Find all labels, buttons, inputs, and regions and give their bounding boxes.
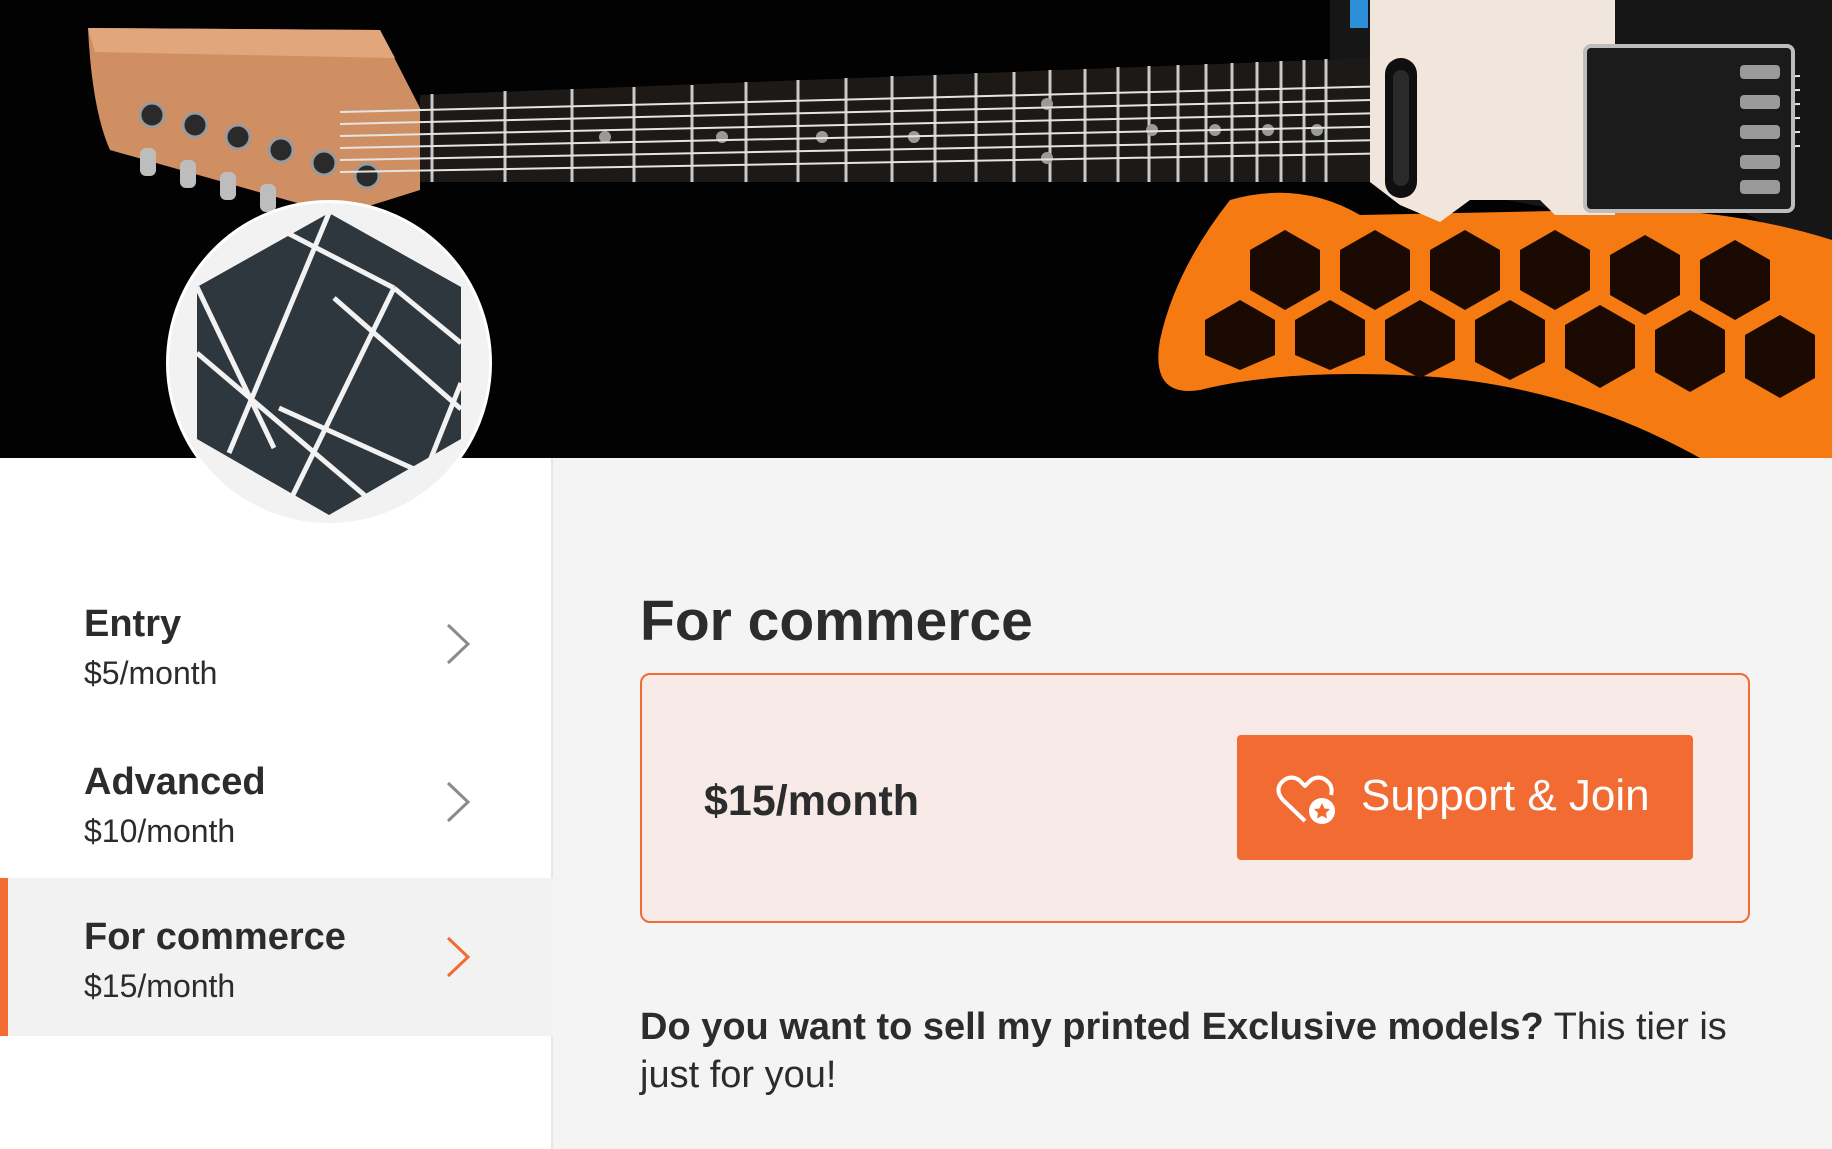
chevron-right-icon: [446, 781, 471, 823]
tier-price: $15/month: [84, 968, 236, 1004]
tier-price-label: $15/month: [704, 777, 920, 825]
tier-item-entry[interactable]: Entry $5/month: [0, 565, 553, 723]
hexagon-logo-icon: [194, 212, 464, 515]
chevron-right-icon: [446, 936, 471, 978]
creator-avatar[interactable]: [166, 200, 492, 526]
tier-name: Advanced: [84, 761, 266, 803]
tier-price: $5/month: [84, 655, 218, 691]
chevron-right-icon: [446, 623, 471, 665]
tier-name: Entry: [84, 603, 182, 645]
tier-item-advanced[interactable]: Advanced $10/month: [0, 723, 553, 881]
support-join-label: Support & Join: [1361, 771, 1650, 820]
tier-description: Do you want to sell my printed Exclusive…: [640, 1003, 1750, 1099]
tier-description-bold: Do you want to sell my printed Exclusive…: [640, 1006, 1544, 1048]
tier-sidebar: Entry $5/month Advanced $10/month For co…: [0, 458, 553, 1149]
tier-price: $10/month: [84, 813, 236, 849]
tier-detail-panel: For commerce $15/month Support & Join Do…: [553, 458, 1832, 1149]
heart-star-icon: [1276, 775, 1335, 824]
tier-title: For commerce: [640, 589, 1033, 653]
tier-item-for-commerce[interactable]: For commerce $15/month: [0, 878, 553, 1036]
support-join-button[interactable]: Support & Join: [1237, 735, 1693, 860]
price-card: $15/month Support & Join: [640, 673, 1750, 923]
tier-name: For commerce: [84, 916, 346, 958]
